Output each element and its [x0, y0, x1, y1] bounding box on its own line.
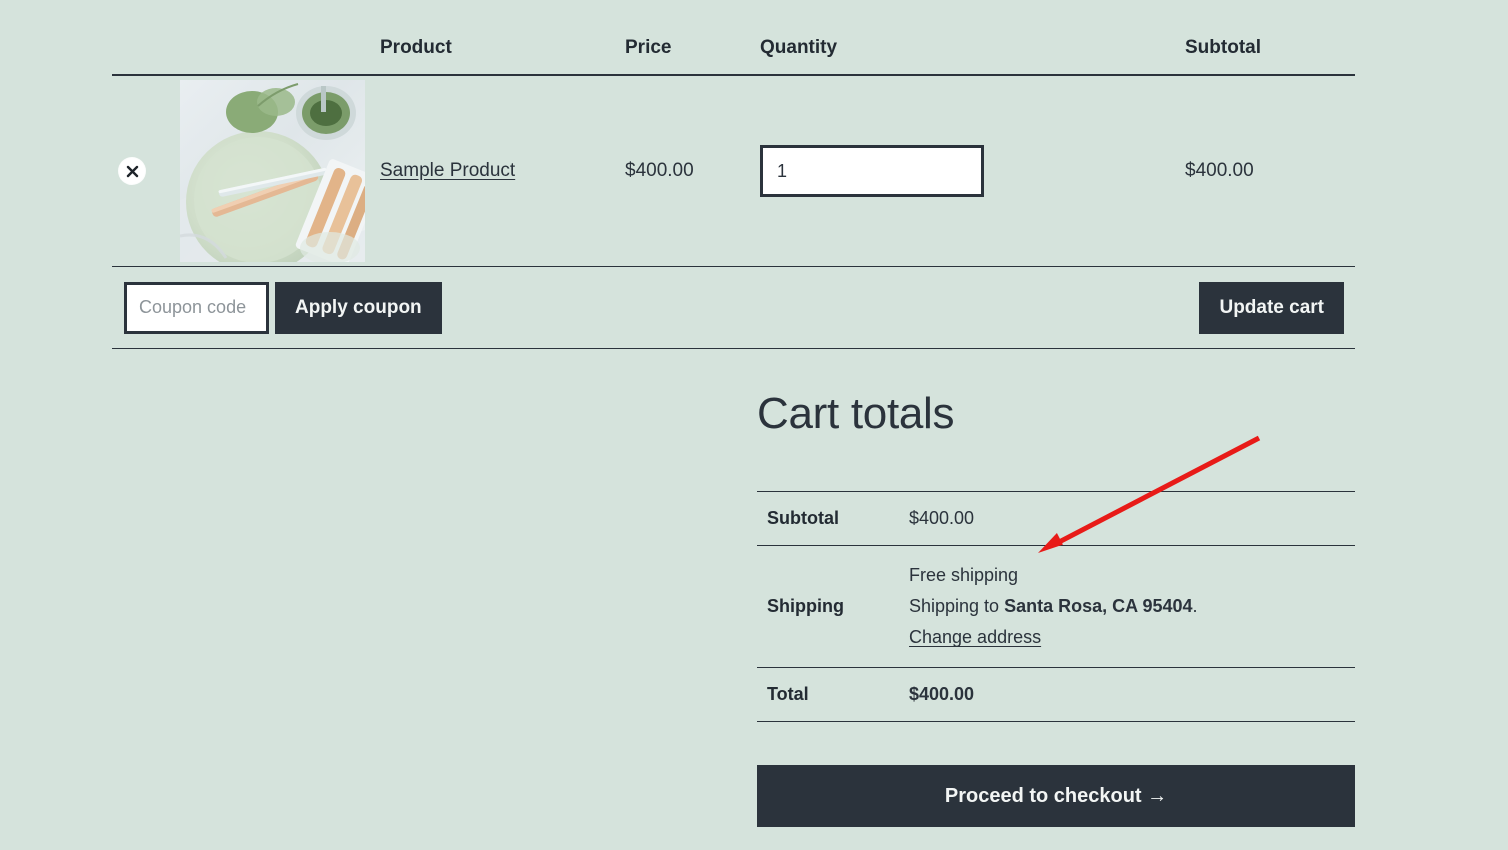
update-cart-button[interactable]: Update cart — [1199, 281, 1344, 334]
coupon-group: Apply coupon — [124, 281, 442, 334]
product-thumbnail[interactable] — [180, 80, 365, 262]
product-price: $400.00 — [625, 160, 694, 181]
proceed-to-checkout-button[interactable]: Proceed to checkout → — [757, 765, 1355, 828]
shipping-to-prefix: Shipping to — [909, 596, 1005, 617]
coupon-row: Apply coupon Update cart — [112, 267, 1355, 349]
total-value: $400.00 — [909, 684, 975, 705]
shipping-to-suffix: . — [1192, 596, 1198, 617]
cart-item-row: Sample Product $400.00 $400.00 — [112, 76, 1355, 267]
product-name-cell: Sample Product — [380, 160, 625, 182]
subtotal-label: Subtotal — [767, 508, 839, 529]
shipping-method: Free shipping — [909, 565, 1019, 586]
cart-table-header: Product Price Quantity Subtotal — [112, 22, 1355, 76]
remove-cell — [112, 158, 180, 184]
close-icon — [126, 165, 138, 177]
coupon-code-input[interactable] — [124, 281, 269, 334]
totals-row-total: Total $400.00 — [757, 668, 1355, 723]
apply-coupon-button[interactable]: Apply coupon — [275, 281, 442, 334]
totals-row-subtotal: Subtotal $400.00 — [757, 492, 1355, 547]
total-label: Total — [767, 684, 809, 705]
shipping-label: Shipping — [767, 596, 844, 617]
column-header-quantity: Quantity — [760, 37, 838, 58]
cart-totals-title: Cart totals — [757, 389, 955, 438]
quantity-input[interactable] — [760, 145, 984, 197]
change-address-link[interactable]: Change address — [909, 627, 1041, 647]
shipping-destination-line: Shipping to Santa Rosa, CA 95404. — [909, 591, 1355, 622]
shipping-destination: Santa Rosa, CA 95404 — [1004, 596, 1193, 617]
cart-totals-panel: Cart totals Subtotal $400.00 Shipping Fr… — [757, 389, 1355, 828]
subtotal-value: $400.00 — [909, 508, 975, 529]
shipping-details: Free shipping Shipping to Santa Rosa, CA… — [909, 546, 1355, 667]
product-subtotal: $400.00 — [1185, 160, 1254, 181]
cart-page: Product Price Quantity Subtotal Sample P… — [0, 0, 1508, 850]
product-thumbnail-cell — [180, 80, 380, 262]
quantity-cell — [760, 145, 1185, 197]
column-header-subtotal: Subtotal — [1185, 37, 1261, 58]
column-header-product: Product — [380, 37, 452, 58]
change-address-line: Change address — [909, 622, 1355, 653]
product-name-link[interactable]: Sample Product — [380, 160, 515, 181]
column-header-price: Price — [625, 37, 672, 58]
totals-row-shipping: Shipping Free shipping Shipping to Santa… — [757, 546, 1355, 669]
remove-item-button[interactable] — [119, 158, 145, 184]
cart-table: Product Price Quantity Subtotal Sample P… — [112, 22, 1355, 349]
product-photo — [180, 80, 365, 262]
cart-totals-table: Subtotal $400.00 Shipping Free shipping … — [757, 491, 1355, 723]
